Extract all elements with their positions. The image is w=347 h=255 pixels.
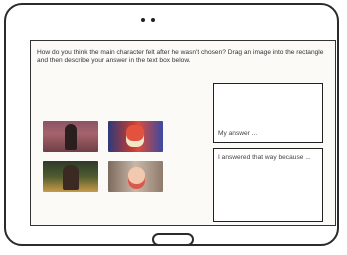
draggable-image-upset-man[interactable] bbox=[43, 161, 98, 192]
answer-drop-zone[interactable]: My answer ... bbox=[213, 83, 323, 143]
draggable-image-angry-character[interactable] bbox=[108, 121, 163, 152]
home-button[interactable] bbox=[152, 233, 194, 246]
answer-drop-label: My answer ... bbox=[218, 130, 258, 137]
camera-dot bbox=[141, 18, 145, 22]
tablet-frame: How do you think the main character felt… bbox=[4, 3, 339, 246]
activity-prompt: How do you think the main character felt… bbox=[37, 49, 324, 65]
activity-screen: How do you think the main character felt… bbox=[30, 40, 336, 226]
camera-dot bbox=[151, 18, 155, 22]
reason-placeholder: I answered that way because ... bbox=[218, 154, 311, 161]
reason-text-box[interactable]: I answered that way because ... bbox=[213, 148, 323, 222]
draggable-image-worried-character[interactable] bbox=[108, 161, 163, 192]
draggable-image-woman-gesturing[interactable] bbox=[43, 121, 98, 152]
